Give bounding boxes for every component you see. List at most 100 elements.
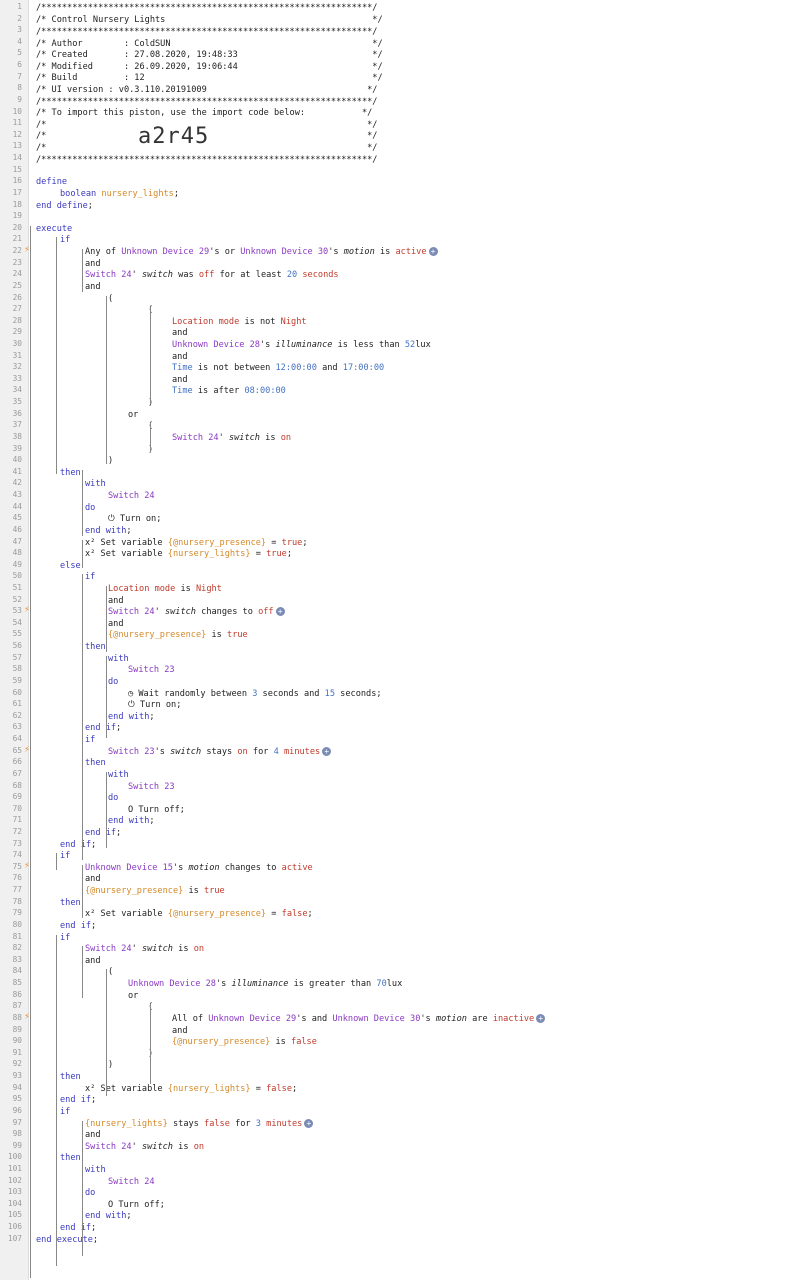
code-line[interactable]: {@nursery_presence} is false [172,1036,317,1048]
code-line[interactable]: All of Unknown Device 29's and Unknown D… [172,1013,546,1025]
code-line[interactable]: Switch 24' switch is on [172,432,291,444]
code-line[interactable]: do [108,792,118,804]
device-name[interactable]: Switch 24 [108,491,155,501]
code-line[interactable]: else [60,560,81,572]
code-line[interactable]: x² Set variable {nursery_lights} = false… [85,1083,297,1095]
device-name[interactable]: Unknown Device 29 [208,1014,296,1024]
code-line[interactable]: Switch 24' switch changes to off + [108,606,285,618]
code-line[interactable]: ⏻ Turn on; [108,513,161,525]
code-line[interactable]: end define; [36,200,93,212]
code-line[interactable]: ) [108,455,113,467]
code-line[interactable]: Time is not between 12:00:00 and 17:00:0… [172,362,384,374]
device-name[interactable]: Switch 24 [108,607,155,617]
code-line[interactable]: then [60,897,81,909]
variable-name[interactable]: {nursery_lights} [168,1084,251,1094]
code-line[interactable]: then [85,641,106,653]
code-line[interactable]: Switch 24' switch is on [85,943,204,955]
code-line[interactable]: end with; [85,525,132,537]
variable-name[interactable]: {@nursery_presence} [168,538,266,548]
variable-name[interactable]: {@nursery_presence} [172,1037,270,1047]
code-line[interactable]: end if; [85,722,121,734]
device-name[interactable]: Unknown Device 30 [240,247,328,257]
device-name[interactable]: Switch 23 [128,782,175,792]
device-name[interactable]: Switch 23 [108,747,155,757]
variable-name[interactable]: {@nursery_presence} [108,630,206,640]
variable-name[interactable]: {@nursery_presence} [168,909,266,919]
code-line[interactable]: if [85,734,95,746]
device-name[interactable]: Switch 24 [172,433,219,443]
code-line[interactable]: Switch 23's switch stays on for 4 minute… [108,746,332,758]
code-line[interactable]: Switch 24' switch is on [85,1141,204,1153]
code-line[interactable]: {@nursery_presence} is true [108,629,248,641]
code-line[interactable]: with [85,1164,106,1176]
code-line[interactable]: Location mode is not Night [172,316,307,328]
device-name[interactable]: Switch 24 [108,1177,155,1187]
code-line[interactable]: end execute; [36,1234,98,1246]
code-line[interactable]: and [85,873,101,885]
code-line[interactable]: x² Set variable {@nursery_presence} = fa… [85,908,313,920]
code-line[interactable]: if [85,571,95,583]
device-name[interactable]: Unknown Device 29 [121,247,209,257]
code-line[interactable]: end with; [85,1210,132,1222]
code-line[interactable]: ( [108,966,113,978]
code-line[interactable]: end if; [60,1094,96,1106]
code-line[interactable]: end if; [60,1222,96,1234]
code-line[interactable]: Unknown Device 28's illuminance is great… [128,978,402,990]
device-name[interactable]: Unknown Device 28 [128,979,216,989]
code-line[interactable]: with [108,653,129,665]
device-name[interactable]: Switch 24 [85,270,132,280]
code-line[interactable]: ) [108,1059,113,1071]
expand-plus-icon[interactable]: + [536,1014,546,1023]
code-line[interactable]: do [108,676,118,688]
code-line[interactable]: then [60,1071,81,1083]
expand-plus-icon[interactable]: + [322,747,332,756]
code-line[interactable]: define [36,176,67,188]
code-line[interactable]: then [60,1152,81,1164]
variable-name[interactable]: {nursery_lights} [168,549,251,559]
expand-plus-icon[interactable]: + [304,1119,314,1128]
code-line[interactable]: and [85,1129,101,1141]
code-line[interactable]: Any of Unknown Device 29's or Unknown De… [85,246,438,258]
device-name[interactable]: Switch 24 [85,1142,132,1152]
code-line[interactable]: Location mode is Night [108,583,222,595]
code-line[interactable]: x² Set variable {nursery_lights} = true; [85,548,292,560]
code-line[interactable]: Switch 23 [128,781,175,793]
code-line[interactable]: with [85,478,106,490]
code-line[interactable]: ⏻ Turn on; [128,699,181,711]
code-line[interactable]: Unknown Device 15's motion changes to ac… [85,862,313,874]
code-line[interactable]: do [85,502,95,514]
device-name[interactable]: Unknown Device 15 [85,863,173,873]
variable-name[interactable]: {nursery_lights} [85,1119,168,1129]
code-line[interactable]: end if; [60,920,96,932]
code-line[interactable]: if [60,234,70,246]
code-line[interactable]: and [172,327,188,339]
code-line[interactable]: Switch 24 [108,1176,155,1188]
device-name[interactable]: Switch 23 [128,665,175,675]
code-line[interactable]: {nursery_lights} stays false for 3 minut… [85,1118,314,1130]
device-name[interactable]: Switch 24 [85,944,132,954]
code-line[interactable]: ( [108,293,113,305]
variable-name[interactable]: {@nursery_presence} [85,886,183,896]
code-line[interactable]: end if; [85,827,121,839]
code-line[interactable]: Unknown Device 28's illuminance is less … [172,339,431,351]
code-line[interactable]: {@nursery_presence} is true [85,885,225,897]
code-line[interactable]: then [60,467,81,479]
code-line[interactable]: or [128,990,138,1002]
code-line[interactable]: Switch 23 [128,664,175,676]
device-name[interactable]: Unknown Device 28 [172,340,260,350]
variable-name[interactable]: nursery_lights [101,189,173,199]
expand-plus-icon[interactable]: + [428,247,438,256]
import-code[interactable]: a2r45 [138,124,209,150]
code-line[interactable]: with [108,769,129,781]
code-line[interactable]: Time is after 08:00:00 [172,385,286,397]
code-line[interactable]: and [85,955,101,967]
code-line[interactable]: if [60,932,70,944]
device-name[interactable]: Unknown Device 30 [332,1014,420,1024]
code-line[interactable]: if [60,850,70,862]
code-line[interactable]: end with; [108,815,155,827]
code-line[interactable]: do [85,1187,95,1199]
code-line[interactable]: or [128,409,138,421]
expand-plus-icon[interactable]: + [275,607,285,616]
code-line[interactable]: and [85,281,101,293]
code-line[interactable]: if [60,1106,70,1118]
